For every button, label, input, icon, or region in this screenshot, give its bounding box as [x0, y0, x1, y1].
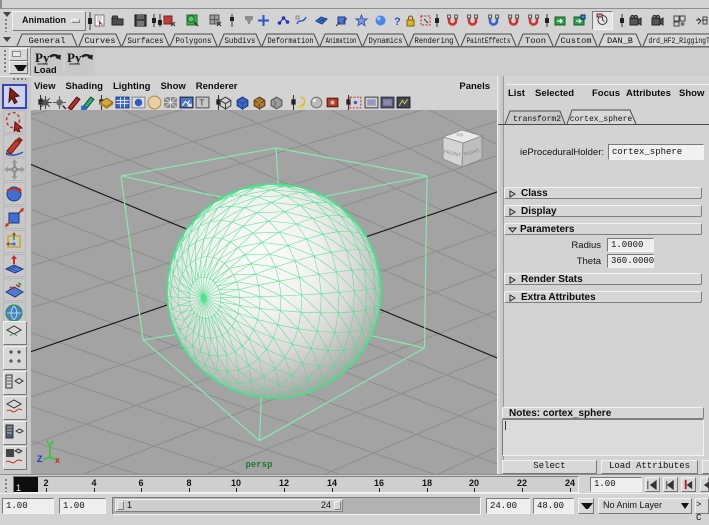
svg-text:transform2: transform2 [513, 115, 561, 124]
svg-text:Animation: Animation [326, 36, 357, 46]
svg-text:PaintEffects: PaintEffects [467, 36, 511, 46]
svg-text:DAN_B: DAN_B [607, 36, 633, 46]
svg-text:persp: persp [245, 460, 272, 470]
svg-text:Custom: Custom [561, 36, 592, 46]
svg-text:Subdivs: Subdivs [225, 36, 256, 46]
svg-text:Toon: Toon [525, 36, 546, 46]
svg-text:Dynamics: Dynamics [369, 36, 403, 46]
svg-text:Z: Z [37, 454, 43, 464]
svg-text:top: top [456, 132, 464, 138]
svg-text:x: x [55, 455, 60, 465]
svg-text:Py: Py [35, 50, 50, 65]
svg-text:General: General [29, 36, 66, 46]
svg-text:?: ? [394, 16, 401, 27]
svg-text:Polygons: Polygons [176, 36, 212, 46]
svg-text:Rendering: Rendering [415, 36, 454, 46]
svg-text:T: T [199, 98, 205, 108]
svg-text:Deformation: Deformation [268, 36, 314, 46]
svg-text:Py: Py [67, 50, 82, 65]
svg-text:cortex_sphere: cortex_sphere [570, 115, 633, 124]
svg-text:Surfaces: Surfaces [128, 36, 164, 46]
svg-text:drd_HF2_RiggingToo: drd_HF2_RiggingToo [649, 36, 709, 46]
svg-text:Curves: Curves [85, 36, 116, 46]
